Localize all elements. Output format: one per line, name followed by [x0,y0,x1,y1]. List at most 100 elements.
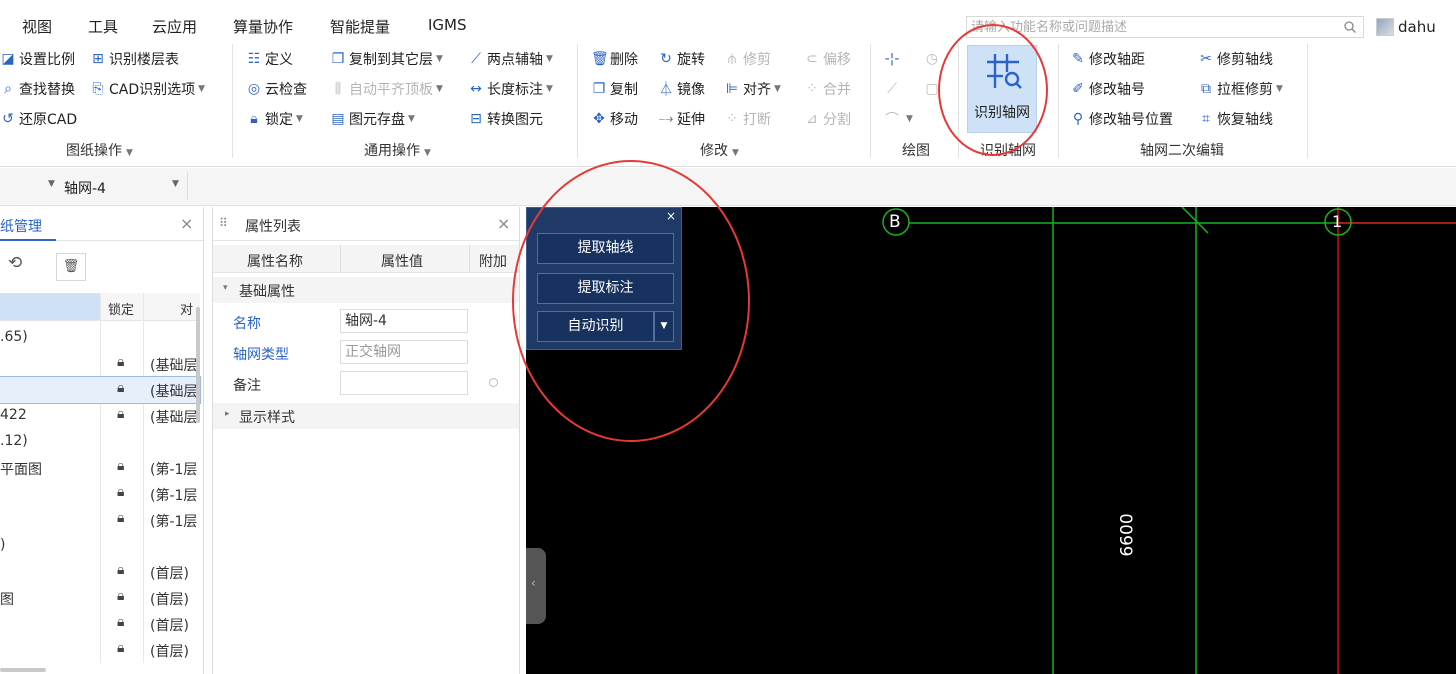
split-label: 分割 [823,112,851,128]
cloud-check-button[interactable]: ◎ 云检查 [246,78,307,100]
delete-drawing-button[interactable]: 🗑︎ [56,253,86,281]
auto-align-slab-button[interactable]: ⫼ 自动平齐顶板 ▼ [330,78,443,100]
convert-element-button[interactable]: ⊟ 转换图元 [468,108,543,130]
table-row[interactable]: .65) [0,325,200,351]
user-menu[interactable]: dahu [1376,16,1436,38]
row-corresponding: (首层) [150,592,189,608]
set-scale-button[interactable]: ◪ 设置比例 [0,48,75,70]
table-row[interactable]: 🔒︎ (首层) [0,559,200,585]
menu-igms[interactable]: IGMS [428,16,467,34]
modify-group-label[interactable]: 修改 ▼ [700,140,739,160]
save-element-button[interactable]: ▤ 图元存盘 ▼ [330,108,415,130]
chevron-down-icon[interactable]: ▼ [172,179,179,189]
table-row[interactable]: 平面图 🔒︎ (第-1层 [0,455,200,481]
lock-icon[interactable]: 🔒︎ [117,380,124,396]
lock-icon[interactable]: 🔒︎ [117,510,124,526]
restore-cad-button[interactable]: ↺ 还原CAD [0,108,77,130]
copy-button[interactable]: ❐ 复制 [591,78,638,100]
table-row[interactable]: 422 🔒︎ (基础层 [0,403,200,429]
table-row[interactable]: 🔒︎ (第-1层 [0,481,200,507]
table-row[interactable]: .12) [0,429,200,455]
offset-button[interactable]: ⊂ 偏移 [804,48,851,70]
panel-title[interactable]: 纸管理 [0,216,42,236]
break-button[interactable]: ⁘ 打断 [724,108,771,130]
scrollbar-vertical[interactable] [196,307,200,423]
restore-axis-button[interactable]: ⌗ 恢复轴线 [1198,108,1273,130]
search-icon[interactable] [1343,20,1357,38]
drag-handle-icon[interactable]: ⠿ [219,216,228,230]
table-row[interactable]: 🔒︎ (第-1层 [0,507,200,533]
row-corresponding: (基础层 [150,410,198,426]
prop-name-value[interactable]: 轴网-4 [340,309,468,333]
merge-button[interactable]: ⁘ 合并 [804,78,851,100]
chevron-down-icon: ▼ [546,54,553,64]
close-icon[interactable]: × [497,214,510,233]
draw-line-button[interactable]: ⟋ [884,78,903,100]
table-row[interactable]: 🔒︎ (基础层 [0,376,201,404]
general-ops-group-label[interactable]: 通用操作 ▼ [364,140,431,160]
menu-cloud[interactable]: 云应用 [152,16,197,37]
lock-icon[interactable]: 🔒︎ [117,588,124,604]
length-dimension-button[interactable]: ↔ 长度标注 ▼ [468,78,553,100]
move-label: 移动 [610,112,638,128]
two-point-axis-button[interactable]: ⟋ 两点辅轴 ▼ [468,48,553,70]
lock-icon[interactable]: 🔒︎ [117,614,124,630]
table-row[interactable]: 🔒︎ (首层) [0,611,200,637]
split-button[interactable]: ⊿ 分割 [804,108,851,130]
draw-circle-button[interactable]: ◷ [924,48,943,70]
lock-icon[interactable]: 🔒︎ [117,354,124,370]
draw-arc-button[interactable]: ⌒ ▼ [884,108,913,130]
refresh-icon[interactable]: ⟲ [8,253,22,273]
define-button[interactable]: ☷ 定义 [246,48,293,70]
mirror-button[interactable]: ⏃ 镜像 [658,78,705,100]
recognize-floor-table-button[interactable]: ⊞ 识别楼层表 [90,48,179,70]
align-button[interactable]: ⊫ 对齐 ▼ [724,78,781,100]
recognize-floor-table-label: 识别楼层表 [109,52,179,68]
close-icon[interactable]: × [180,214,193,233]
draw-point-button[interactable]: -¦- [884,48,903,70]
prop-grid-type-value[interactable]: 正交轴网 [340,340,468,364]
prop-note-value[interactable] [340,371,468,395]
menu-smart-extract[interactable]: 智能提量 [330,16,390,37]
box-trim-button[interactable]: ⧉ 拉框修剪 ▼ [1198,78,1283,100]
rotate-button[interactable]: ↻ 旋转 [658,48,705,70]
modify-axis-number-pos-button[interactable]: ⚲ 修改轴号位置 [1070,108,1173,130]
table-row[interactable]: 🔒︎ (首层) [0,637,200,663]
modify-axis-spacing-button[interactable]: ✎ 修改轴距 [1070,48,1145,70]
table-row[interactable]: 🔒︎ (基础层 [0,351,200,377]
chevron-down-icon[interactable]: ▼ [48,179,55,189]
extend-button[interactable]: ⤍ 延伸 [658,108,705,130]
chevron-left-icon: ‹ [531,576,536,590]
lock-icon[interactable]: 🔒︎ [117,640,124,656]
divider [232,44,233,158]
chevron-down-icon: ▼ [424,148,431,158]
trim-axis-button[interactable]: ✂ 修剪轴线 [1198,48,1273,70]
menu-tools[interactable]: 工具 [88,16,118,37]
modify-axis-number-button[interactable]: ✐ 修改轴号 [1070,78,1145,100]
scrollbar-horizontal[interactable] [0,668,46,672]
section-style[interactable]: ▸ 显示样式 [213,403,519,429]
element-selector[interactable]: 轴网-4 [64,178,106,198]
copy-to-layer-label: 复制到其它层 [349,52,433,68]
cad-options-button[interactable]: ⎘ CAD识别选项 ▼ [90,78,205,100]
delete-button[interactable]: 🗑︎ 删除 [591,48,638,70]
menu-collab[interactable]: 算量协作 [233,16,293,37]
chevron-down-icon: ▼ [408,114,415,124]
trim-button[interactable]: ⫛ 修剪 [724,48,771,70]
extra-checkbox[interactable] [489,378,498,387]
copy-to-layer-button[interactable]: ❐ 复制到其它层 ▼ [330,48,443,70]
lock-icon[interactable]: 🔒︎ [117,406,124,422]
lock-button[interactable]: 🔒︎ 锁定 ▼ [246,108,303,130]
table-row[interactable]: 图 🔒︎ (首层) [0,585,200,611]
lock-icon[interactable]: 🔒︎ [117,484,124,500]
panel-collapse-tab[interactable]: ‹ [526,548,546,624]
table-row[interactable]: ) [0,533,200,559]
drawing-ops-group-label[interactable]: 图纸操作 ▼ [66,140,133,160]
find-replace-button[interactable]: ⌕ 查找替换 [0,78,75,100]
box-trim-icon: ⧉ [1201,81,1211,97]
move-button[interactable]: ✥ 移动 [591,108,638,130]
lock-icon[interactable]: 🔒︎ [117,458,124,474]
section-basic[interactable]: ▾ 基础属性 [213,277,519,303]
lock-icon[interactable]: 🔒︎ [117,562,124,578]
menu-view[interactable]: 视图 [22,16,52,37]
